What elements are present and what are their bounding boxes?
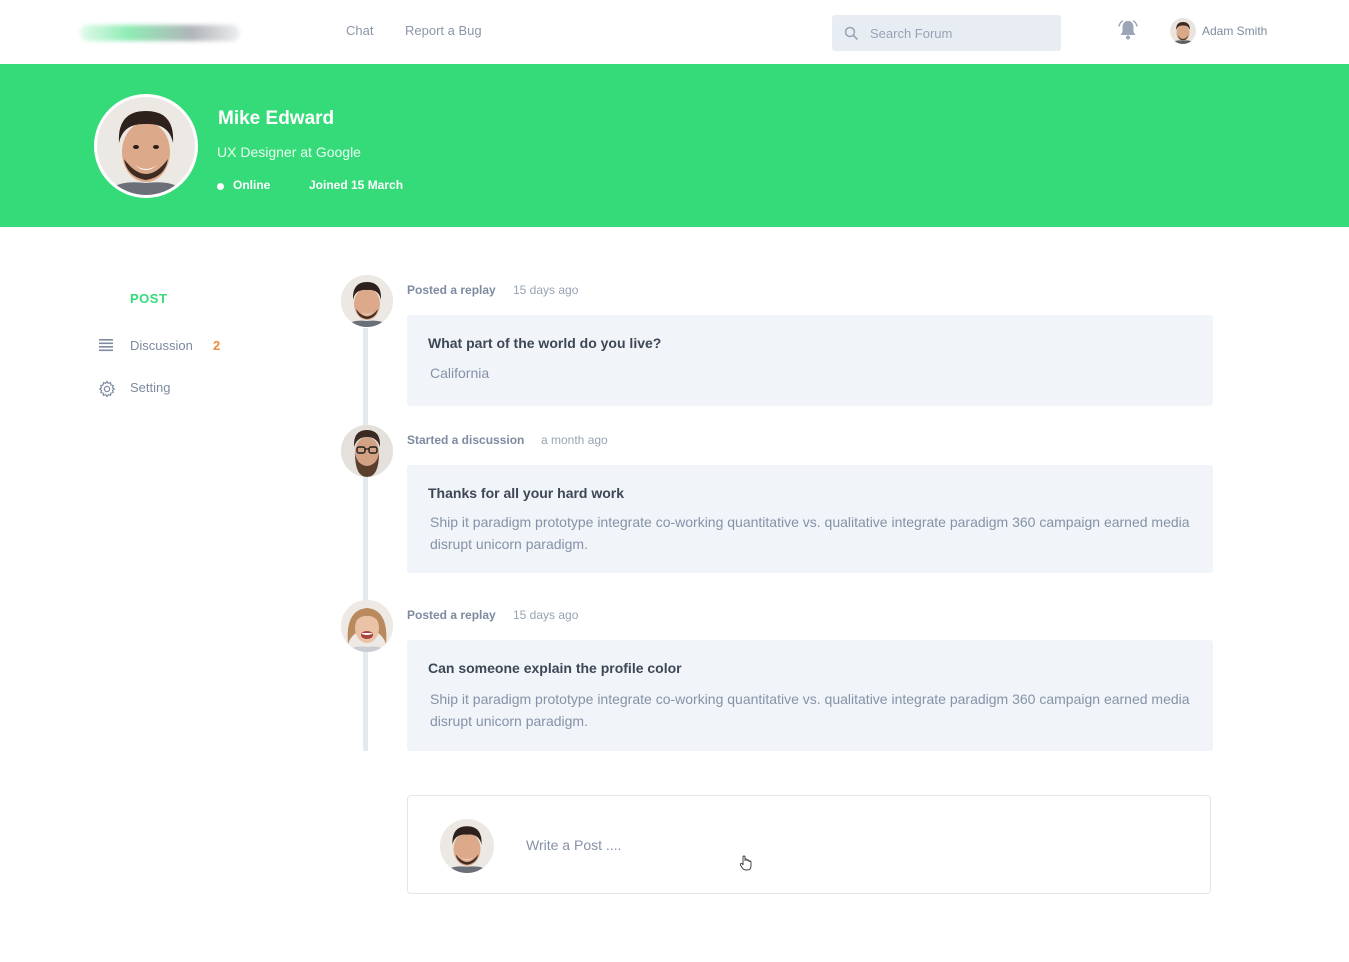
hand-cursor-icon	[739, 855, 752, 871]
online-status: Online	[233, 178, 271, 192]
profile-title: UX Designer at Google	[217, 144, 361, 160]
user-name: Adam Smith	[1202, 24, 1268, 38]
composer-avatar	[440, 819, 494, 873]
feed-action[interactable]: Posted a replay	[407, 608, 496, 622]
feed-action[interactable]: Posted a replay	[407, 283, 496, 297]
user-menu[interactable]: Adam Smith	[1170, 18, 1267, 44]
sidebar-item-label: Setting	[130, 379, 171, 395]
user-avatar	[1170, 18, 1196, 44]
feed-timestamp: 15 days ago	[513, 608, 579, 622]
post-title: What part of the world do you live?	[428, 335, 662, 351]
brand-logo[interactable]	[80, 25, 240, 41]
list-icon	[99, 339, 113, 352]
joined-date: Joined 15 March	[309, 178, 404, 192]
notification-bell-icon[interactable]	[1117, 19, 1139, 41]
feed-timestamp: a month ago	[541, 433, 608, 447]
post-body: Ship it paradigm prototype integrate co-…	[430, 514, 1190, 552]
sidebar-item-discussion[interactable]: Discussion 2	[98, 335, 238, 355]
post-card[interactable]: What part of the world do you live? Cali…	[407, 315, 1213, 406]
post-card[interactable]: Can someone explain the profile color Sh…	[407, 640, 1213, 751]
top-navbar: Chat Report a Bug Adam Smith	[0, 0, 1349, 64]
nav-link-chat[interactable]: Chat	[346, 23, 373, 38]
sidebar-item-label: Discussion	[130, 337, 193, 353]
search-bar[interactable]	[832, 15, 1061, 51]
feed-avatar[interactable]	[341, 600, 393, 652]
post-body: California	[430, 365, 490, 381]
feed-avatar[interactable]	[341, 275, 393, 327]
feed-timestamp: 15 days ago	[513, 283, 579, 297]
sidebar-item-setting[interactable]: Setting	[98, 377, 238, 398]
post-title: Thanks for all your hard work	[428, 485, 625, 501]
timeline-line	[363, 328, 368, 751]
post-title: Can someone explain the profile color	[428, 660, 682, 676]
profile-name: Mike Edward	[218, 108, 335, 129]
profile-banner: Mike Edward UX Designer at Google Online…	[0, 64, 1349, 227]
write-post-input[interactable]	[526, 826, 1126, 864]
write-post-composer[interactable]	[407, 795, 1211, 894]
online-status-dot-icon	[217, 183, 224, 190]
feed-action[interactable]: Started a discussion	[407, 433, 524, 447]
feed-avatar[interactable]	[341, 425, 393, 477]
nav-link-report-bug[interactable]: Report a Bug	[405, 23, 482, 38]
discussion-count-badge: 2	[213, 337, 221, 353]
post-body: Ship it paradigm prototype integrate co-…	[430, 691, 1190, 729]
sidebar-heading: POST	[130, 291, 168, 306]
gear-icon	[98, 380, 116, 398]
post-card[interactable]: Thanks for all your hard work Ship it pa…	[407, 465, 1213, 573]
profile-avatar	[94, 94, 198, 198]
search-icon	[844, 26, 858, 40]
search-input[interactable]	[870, 15, 1055, 51]
